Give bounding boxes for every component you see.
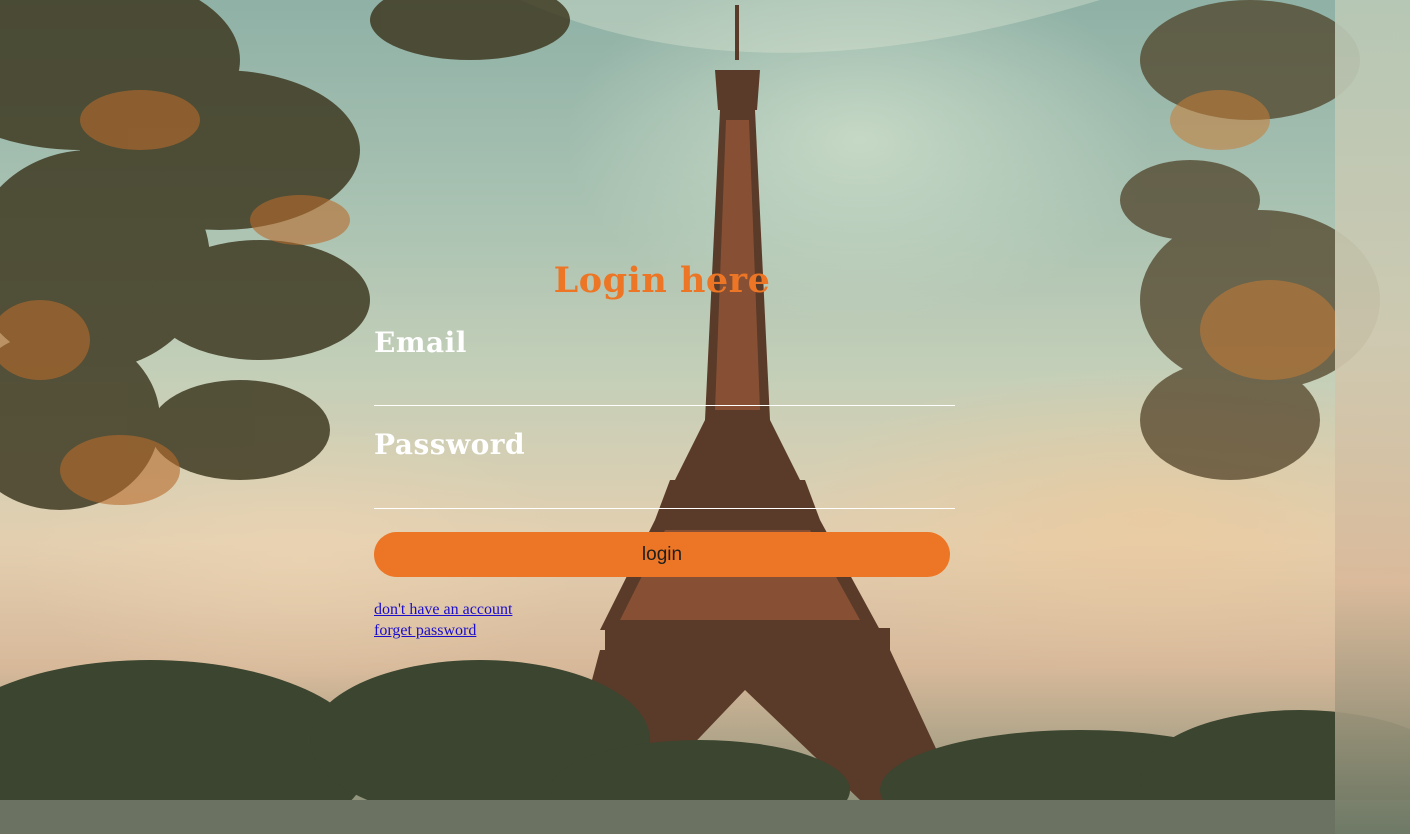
auth-links: don't have an account forget password <box>374 599 512 641</box>
login-button[interactable]: login <box>374 532 950 577</box>
email-label: Email <box>374 326 467 359</box>
password-field[interactable] <box>374 480 955 509</box>
email-field[interactable] <box>374 377 955 406</box>
no-account-link[interactable]: don't have an account <box>374 599 512 620</box>
password-label: Password <box>374 428 526 461</box>
photo-edge-strip <box>1335 0 1410 834</box>
forget-password-link[interactable]: forget password <box>374 620 512 641</box>
page-title: Login here <box>553 260 771 301</box>
eiffel-tower-scene <box>0 0 1410 834</box>
background-photo <box>0 0 1410 834</box>
